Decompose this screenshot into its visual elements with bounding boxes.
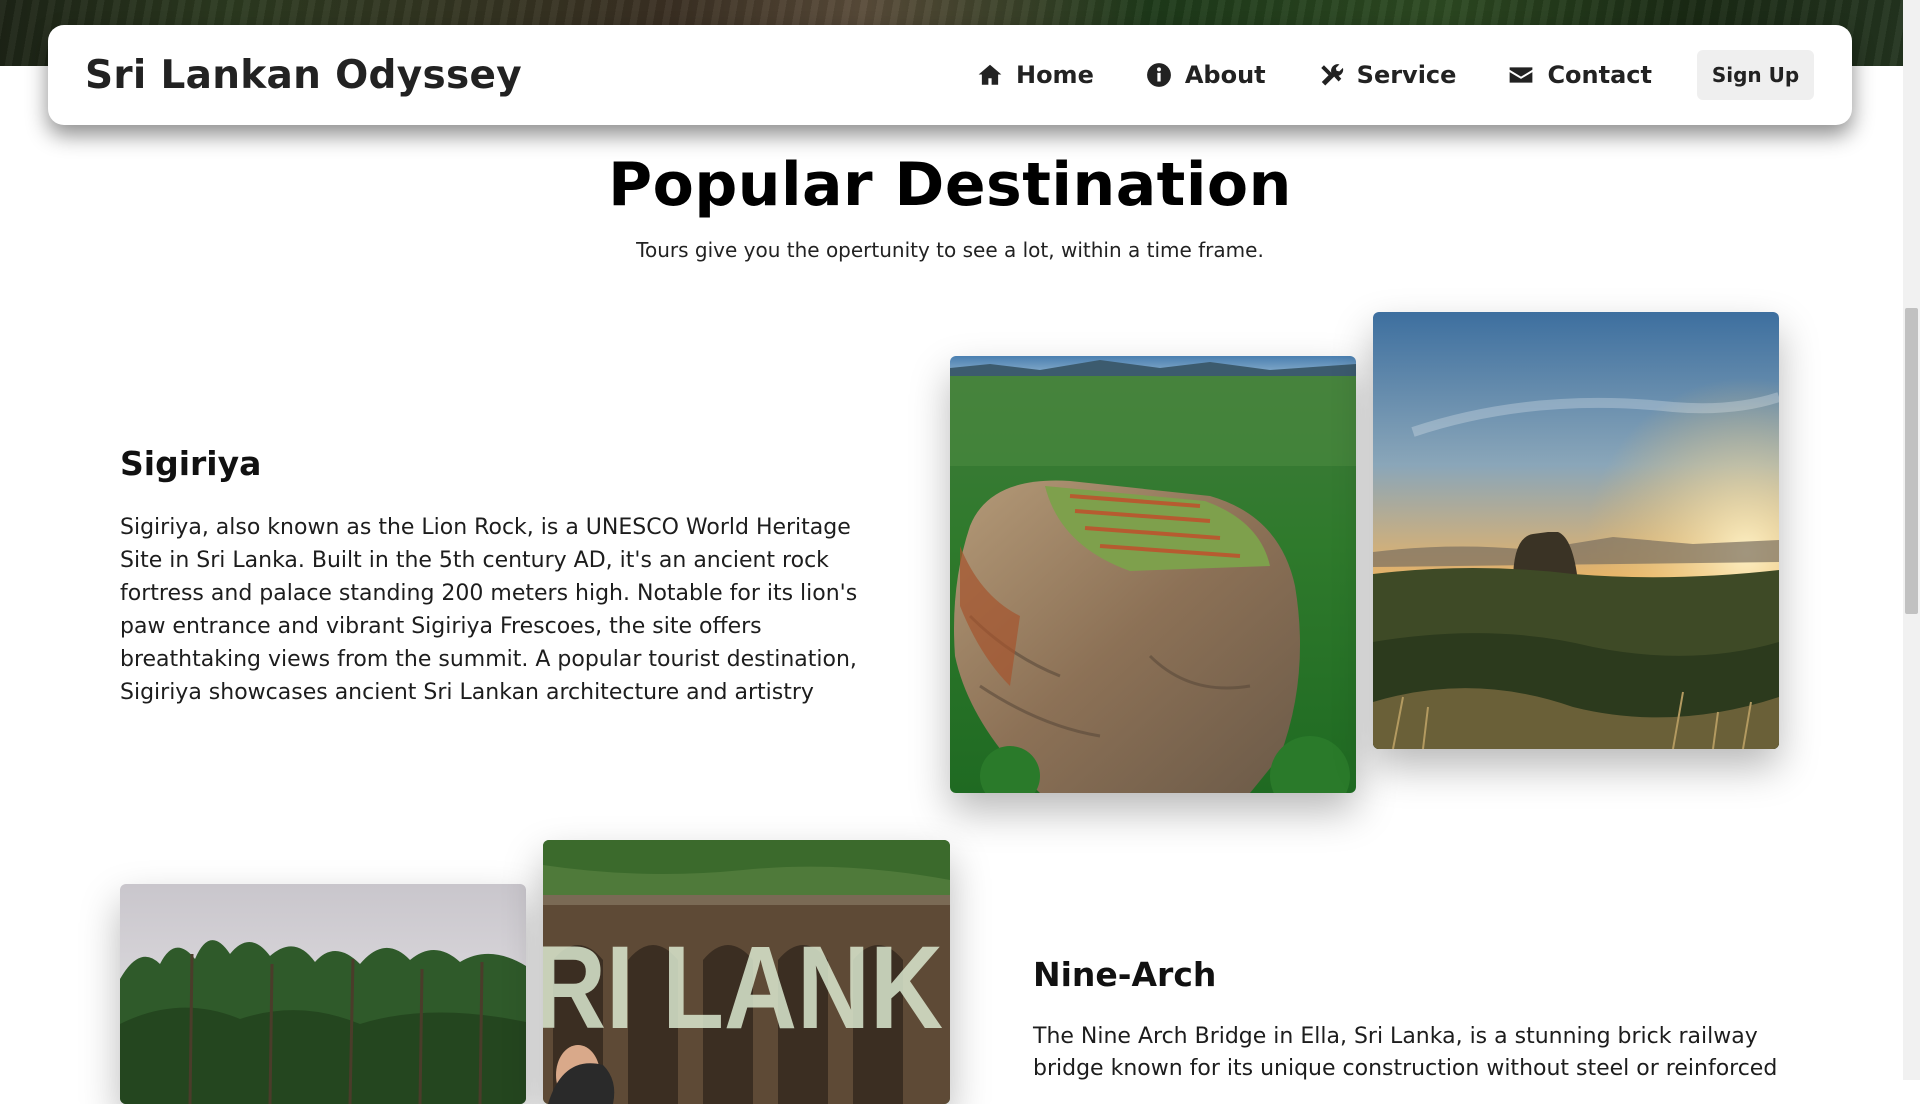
nav-contact-label: Contact [1547, 61, 1652, 89]
sri-lanka-photo-text: RI LANK [543, 922, 943, 1054]
destination-title-sigiriya: Sigiriya [120, 444, 262, 483]
desc-line: breathtaking views from the summit. A po… [120, 647, 857, 672]
info-circle-icon [1146, 63, 1171, 87]
desc-line: paw entrance and vibrant Sigiriya Fresco… [120, 614, 762, 639]
sigiriya-sunset-photo [1373, 312, 1779, 749]
brand-logo[interactable]: Sri Lankan Odyssey [85, 53, 977, 98]
nav-contact[interactable]: Contact [1508, 61, 1652, 89]
nav-service[interactable]: Service [1318, 61, 1457, 89]
nav-about[interactable]: About [1146, 61, 1266, 89]
nav-home-label: Home [1015, 61, 1094, 89]
desc-line: The Nine Arch Bridge in Ella, Sri Lanka,… [1033, 1024, 1758, 1049]
home-icon [978, 64, 1002, 85]
scrollbar-thumb[interactable] [1905, 308, 1918, 614]
tools-icon [1320, 64, 1343, 86]
sigiriya-aerial-photo [950, 356, 1356, 793]
desc-line: bridge known for its unique construction… [1033, 1056, 1778, 1081]
desc-line: Sigiriya, also known as the Lion Rock, i… [120, 515, 851, 540]
nav-service-label: Service [1356, 61, 1457, 89]
ella-forest-photo [120, 884, 526, 1104]
section-title: Popular Destination [608, 150, 1292, 220]
section-subtitle: Tours give you the opertunity to see a l… [636, 238, 1264, 262]
page-scrollbar[interactable] [1903, 0, 1920, 1080]
nav-links: Home About Service Contact Sign Up [977, 50, 1814, 100]
nav-about-label: About [1184, 61, 1266, 89]
desc-line: Sigiriya showcases ancient Sri Lankan ar… [120, 680, 814, 705]
nine-arch-bridge-photo: RI LANK [543, 840, 950, 1104]
destination-title-nine-arch: Nine-Arch [1033, 955, 1217, 994]
destination-desc-sigiriya: Sigiriya, also known as the Lion Rock, i… [120, 511, 857, 709]
destination-desc-nine-arch: The Nine Arch Bridge in Ella, Sri Lanka,… [1033, 1021, 1793, 1085]
navbar: Sri Lankan Odyssey Home About Service Co… [48, 25, 1852, 125]
desc-line: Site in Sri Lanka. Built in the 5th cent… [120, 548, 829, 573]
nav-home[interactable]: Home [977, 61, 1094, 89]
desc-line: fortress and palace standing 200 meters … [120, 581, 858, 606]
envelope-icon [1510, 67, 1533, 83]
sign-up-button[interactable]: Sign Up [1697, 50, 1814, 100]
